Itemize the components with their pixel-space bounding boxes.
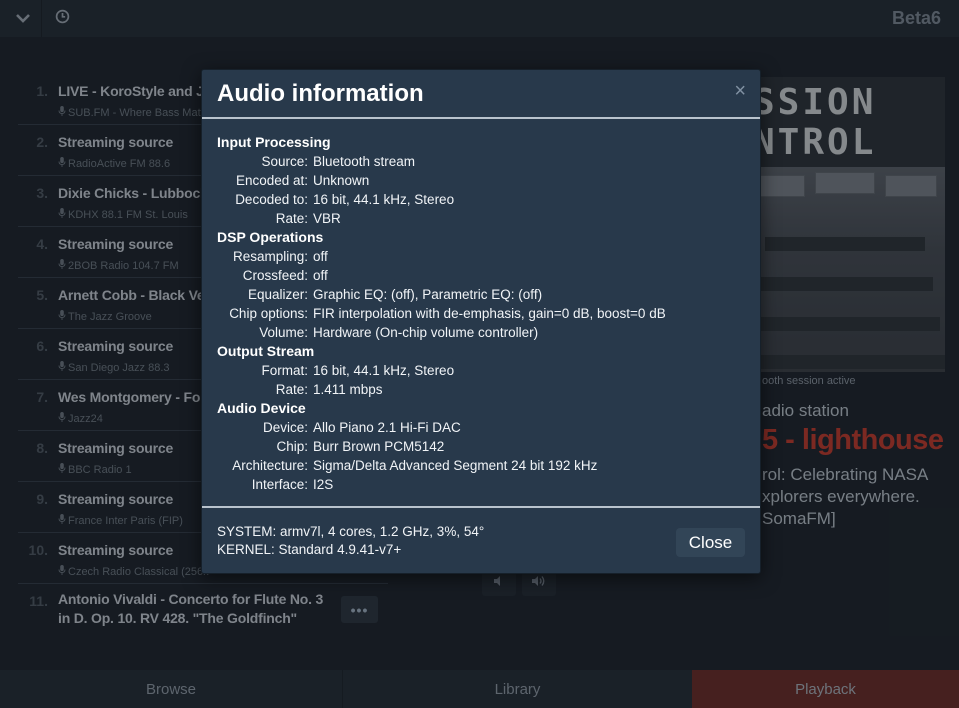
info-value: off: [313, 268, 328, 283]
info-label: Equalizer:: [247, 287, 308, 302]
info-label: Source:: [261, 154, 308, 169]
close-icon[interactable]: ×: [734, 80, 746, 103]
info-value: Allo Piano 2.1 Hi-Fi DAC: [313, 420, 461, 435]
info-value: I2S: [313, 477, 334, 492]
modal-body: Input Processing Source: Bluetooth stream E…: [217, 133, 747, 494]
info-label: Encoded at:: [235, 173, 308, 188]
close-button[interactable]: Close: [676, 528, 745, 557]
modal-title: Audio information: [217, 80, 424, 107]
info-value: Unknown: [313, 173, 370, 188]
modal-footer: SYSTEM: armv7l, 4 cores, 1.2 GHz, 3%, 54…: [202, 506, 760, 575]
info-label: Interface:: [251, 477, 308, 492]
info-row: Source: Bluetooth stream: [217, 152, 747, 171]
info-row: Interface: I2S: [217, 475, 747, 494]
info-label: Rate:: [275, 382, 308, 397]
info-value: 16 bit, 44.1 kHz, Stereo: [313, 192, 455, 207]
info-row: Resampling: off: [217, 247, 747, 266]
info-value: FIR interpolation with de-emphasis, gain…: [313, 306, 666, 321]
info-label: Decoded to:: [235, 192, 308, 207]
info-row: Decoded to: 16 bit, 44.1 kHz, Stereo: [217, 190, 747, 209]
info-row: Rate: 1.411 mbps: [217, 380, 747, 399]
section-title: DSP Operations: [217, 229, 324, 245]
section-title: Input Processing: [217, 134, 331, 150]
section-title: Audio Device: [217, 400, 306, 416]
info-value: Hardware (On-chip volume controller): [313, 325, 539, 340]
info-row: Format: 16 bit, 44.1 kHz, Stereo: [217, 361, 747, 380]
info-label: Rate:: [275, 211, 308, 226]
info-value: off: [313, 249, 328, 264]
info-label: Volume:: [259, 325, 308, 340]
info-value: VBR: [313, 211, 341, 226]
info-value: Graphic EQ: (off), Parametric EQ: (off): [313, 287, 543, 302]
kernel-info: KERNEL: Standard 4.9.41-v7+: [217, 542, 402, 557]
info-row: Rate: VBR: [217, 209, 747, 228]
info-value: Bluetooth stream: [313, 154, 416, 169]
info-row: Architecture: Sigma/Delta Advanced Segmen…: [217, 456, 747, 475]
info-row: Chip: Burr Brown PCM5142: [217, 437, 747, 456]
system-info: SYSTEM: armv7l, 4 cores, 1.2 GHz, 3%, 54…: [217, 524, 485, 539]
info-row: Equalizer: Graphic EQ: (off), Parametric …: [217, 285, 747, 304]
info-value: Burr Brown PCM5142: [313, 439, 445, 454]
info-row: Chip options: FIR interpolation with de-e…: [217, 304, 747, 323]
info-row: Device: Allo Piano 2.1 Hi-Fi DAC: [217, 418, 747, 437]
info-label: Crossfeed:: [242, 268, 308, 283]
info-label: Chip options:: [229, 306, 308, 321]
modal-header: Audio information ×: [202, 70, 760, 119]
info-value: 1.411 mbps: [313, 382, 383, 397]
info-row: Encoded at: Unknown: [217, 171, 747, 190]
info-label: Architecture:: [232, 458, 308, 473]
info-row: Crossfeed: off: [217, 266, 747, 285]
info-value: 16 bit, 44.1 kHz, Stereo: [313, 363, 455, 378]
info-label: Format:: [261, 363, 308, 378]
section-title: Output Stream: [217, 343, 315, 359]
info-label: Chip:: [276, 439, 308, 454]
info-label: Resampling:: [232, 249, 308, 264]
info-label: Device:: [262, 420, 308, 435]
info-value: Sigma/Delta Advanced Segment 24 bit 192 …: [313, 458, 598, 473]
audio-info-modal: Audio information × Input Processing Sour…: [201, 69, 761, 574]
info-row: Volume: Hardware (On-chip volume controll…: [217, 323, 747, 342]
